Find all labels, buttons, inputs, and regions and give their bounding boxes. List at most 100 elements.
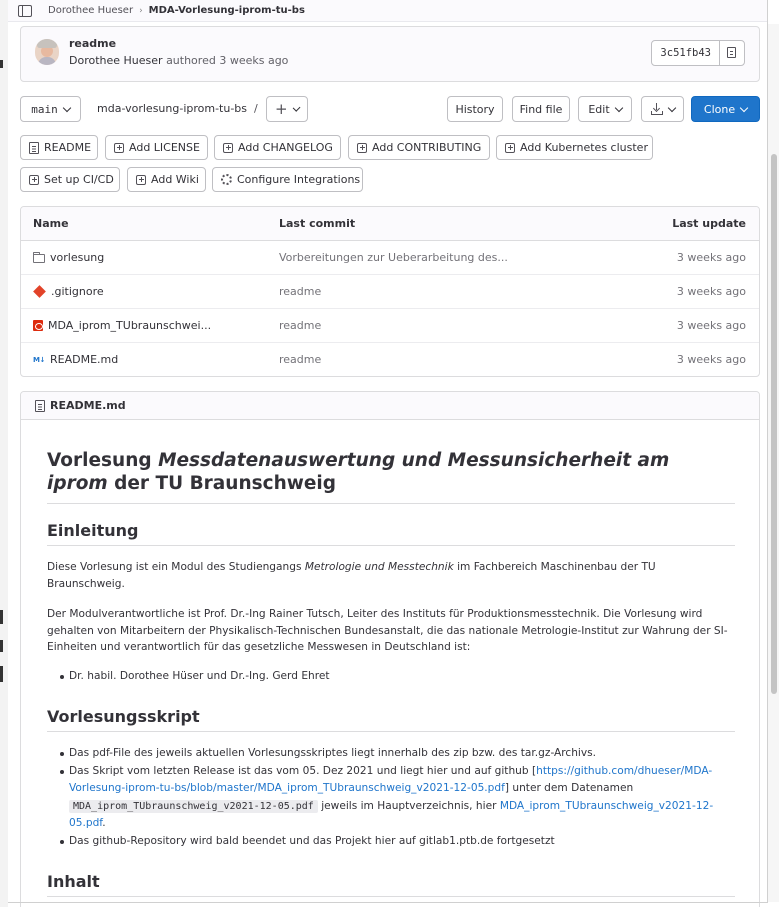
- shortcut-label: Add LICENSE: [129, 141, 200, 154]
- find-file-button[interactable]: Find file: [512, 96, 570, 122]
- file-name-link[interactable]: README.md: [50, 343, 118, 376]
- last-update-time: 3 weeks ago: [676, 285, 746, 298]
- last-update-time: 3 weeks ago: [676, 353, 746, 366]
- git-icon: [33, 285, 46, 298]
- commit-message-link[interactable]: readme: [279, 343, 321, 376]
- download-dropdown[interactable]: [641, 96, 684, 122]
- clone-label: Clone: [703, 102, 736, 116]
- add-contributing-shortcut[interactable]: Add CONTRIBUTING: [348, 135, 490, 160]
- gear-icon: [221, 174, 232, 185]
- shortcut-label: Add Wiki: [151, 173, 199, 186]
- plus-square-icon: [357, 142, 367, 153]
- heading-inhalt: Inhalt: [47, 872, 735, 897]
- plus-square-icon: [114, 142, 124, 153]
- document-icon: [29, 141, 39, 154]
- table-row[interactable]: vorlesung Vorbereitungen zur Ueberarbeit…: [21, 241, 759, 275]
- script-list: Das pdf-File des jeweils aktuellen Vorle…: [47, 745, 735, 850]
- plus-square-icon: [29, 174, 39, 185]
- commit-sha[interactable]: 3c51fb43: [652, 41, 720, 65]
- left-window-edge: [0, 0, 8, 907]
- copy-sha-button[interactable]: [720, 41, 744, 65]
- shortcut-label: Add CHANGELOG: [238, 141, 333, 154]
- table-row[interactable]: M↓ README.md readme 3 weeks ago: [21, 343, 759, 376]
- list-item: Dr. habil. Dorothee Hüser und Dr.-Ing. G…: [47, 668, 735, 686]
- readme-filename[interactable]: README.md: [50, 399, 126, 412]
- readme-shortcut[interactable]: README: [20, 135, 98, 160]
- last-update-time: 3 weeks ago: [676, 319, 746, 332]
- history-button[interactable]: History: [447, 96, 503, 122]
- readme-title: Vorlesung Messdatenauswertung und Messun…: [47, 449, 735, 504]
- branch-selector[interactable]: main: [20, 96, 81, 122]
- chevron-down-icon: [292, 103, 301, 112]
- copy-icon: [727, 47, 736, 58]
- chevron-down-icon: [667, 103, 676, 112]
- edit-dropdown[interactable]: Edit: [578, 96, 632, 122]
- breadcrumb-owner[interactable]: Dorothee Hueser: [48, 5, 133, 16]
- file-name-link[interactable]: MDA_iprom_TUbraunschwei...: [48, 309, 211, 343]
- setup-cicd-shortcut[interactable]: Set up CI/CD: [20, 167, 120, 192]
- column-name-header: Name: [33, 216, 69, 230]
- plus-square-icon: [505, 142, 515, 153]
- add-file-dropdown[interactable]: +: [266, 96, 308, 122]
- list-item: Das Skript vom letzten Release ist das v…: [47, 763, 735, 833]
- commit-action: authored: [166, 54, 216, 67]
- file-tree-table: Name Last commit Last update vorlesung V…: [20, 206, 760, 377]
- commit-time: 3 weeks ago: [219, 54, 289, 67]
- commit-sha-group: 3c51fb43: [651, 40, 745, 66]
- avatar[interactable]: [35, 39, 59, 65]
- heading-einleitung: Einleitung: [47, 521, 735, 546]
- commit-author[interactable]: Dorothee Hueser: [69, 54, 163, 67]
- repo-path: mda-vorlesung-iprom-tu-bs /: [97, 102, 258, 115]
- add-changelog-shortcut[interactable]: Add CHANGELOG: [214, 135, 341, 160]
- sidebar-toggle-icon[interactable]: [18, 4, 32, 17]
- column-last-update-header: Last update: [672, 217, 746, 230]
- file-name-link[interactable]: vorlesung: [50, 241, 104, 275]
- last-update-time: 3 weeks ago: [676, 251, 746, 264]
- clone-dropdown[interactable]: Clone: [691, 96, 760, 122]
- column-last-commit-header: Last commit: [279, 217, 356, 230]
- add-license-shortcut[interactable]: Add LICENSE: [105, 135, 208, 160]
- plus-square-icon: [136, 174, 146, 185]
- document-icon: [35, 399, 45, 412]
- plus-icon: +: [275, 99, 288, 118]
- configure-integrations-shortcut[interactable]: Configure Integrations: [212, 167, 363, 192]
- branch-name: main: [31, 102, 58, 116]
- shortcut-label: Set up CI/CD: [44, 173, 114, 186]
- intro-paragraph: Diese Vorlesung ist ein Modul des Studie…: [47, 561, 656, 590]
- markdown-icon: M↓: [33, 356, 45, 364]
- edit-label: Edit: [588, 102, 610, 116]
- scrollbar-thumb[interactable]: [771, 154, 777, 694]
- top-breadcrumb-bar: Dorothee Hueser › MDA-Vorlesung-iprom-tu…: [8, 0, 768, 22]
- repo-path-root[interactable]: mda-vorlesung-iprom-tu-bs: [97, 102, 247, 115]
- shortcut-label: README: [44, 141, 92, 154]
- module-paragraph: Der Modulverantwortliche ist Prof. Dr.-I…: [47, 608, 728, 653]
- folder-icon: [32, 251, 45, 263]
- commit-message-link[interactable]: readme: [279, 275, 321, 309]
- readme-panel: README.md Vorlesung Messdatenauswertung …: [20, 391, 760, 907]
- readme-header: README.md: [21, 392, 759, 420]
- path-separator: /: [254, 102, 258, 115]
- commit-meta: Dorothee Hueser authored 3 weeks ago: [69, 54, 288, 67]
- shortcut-label: Configure Integrations: [237, 173, 361, 186]
- breadcrumb-project[interactable]: MDA-Vorlesung-iprom-tu-bs: [149, 5, 305, 16]
- pdf-icon: [33, 320, 43, 331]
- heading-vorlesungsskript: Vorlesungsskript: [47, 707, 735, 732]
- commit-message-link[interactable]: Vorbereitungen zur Ueberarbeitung des...: [279, 241, 508, 275]
- commit-message-link[interactable]: readme: [279, 309, 321, 343]
- download-icon: [650, 103, 663, 115]
- commit-title[interactable]: readme: [69, 37, 116, 50]
- plus-square-icon: [223, 142, 233, 153]
- file-name-link[interactable]: .gitignore: [51, 275, 104, 309]
- table-row[interactable]: .gitignore readme 3 weeks ago: [21, 275, 759, 309]
- add-kubernetes-shortcut[interactable]: Add Kubernetes cluster: [496, 135, 653, 160]
- lecturer-list: Dr. habil. Dorothee Hüser und Dr.-Ing. G…: [47, 668, 735, 686]
- table-row[interactable]: MDA_iprom_TUbraunschwei... readme 3 week…: [21, 309, 759, 343]
- add-wiki-shortcut[interactable]: Add Wiki: [127, 167, 206, 192]
- vertical-scrollbar[interactable]: [767, 24, 779, 902]
- list-item: Das pdf-File des jeweils aktuellen Vorle…: [47, 745, 735, 763]
- chevron-down-icon: [739, 103, 749, 112]
- chevron-right-icon: ›: [139, 5, 143, 16]
- list-item: Das github-Repository wird bald beendet …: [47, 833, 735, 851]
- chevron-down-icon: [62, 103, 71, 112]
- chevron-down-icon: [614, 103, 623, 112]
